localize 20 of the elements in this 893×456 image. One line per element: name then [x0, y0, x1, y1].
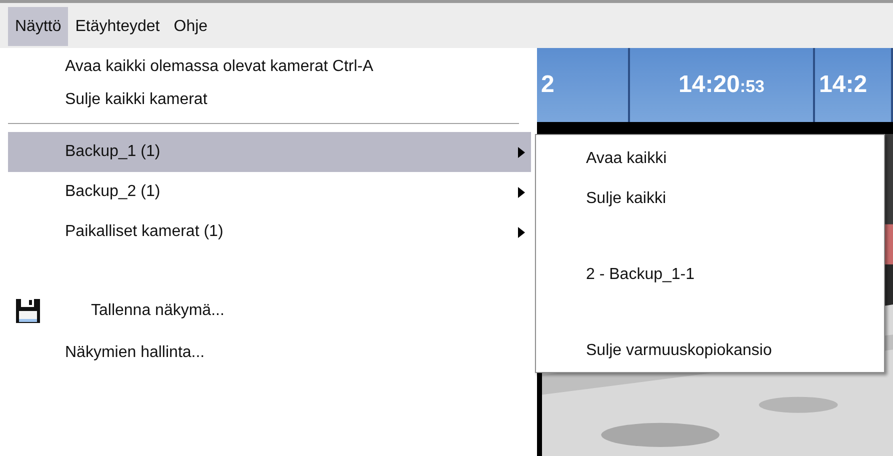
submenu-item[interactable]: Sulje kaikki [586, 179, 666, 219]
menu-bar-item[interactable]: Etäyhteydet [68, 7, 167, 46]
time-text: 14:20:53 [678, 70, 764, 100]
submenu-arrow-icon [518, 146, 525, 158]
submenu-item[interactable]: Backup_1 (1) [8, 132, 531, 172]
menu-item[interactable]: Sulje kaikki kamerat [8, 83, 531, 116]
submenu-item[interactable]: Avaa kaikki [586, 139, 667, 179]
menu-item[interactable]: Näkymien hallinta... [8, 336, 531, 369]
submenu-item[interactable]: Paikalliset kamerat (1) [8, 212, 531, 252]
time-text: 2 [541, 70, 554, 100]
submenu-item[interactable]: Backup_2 (1) [8, 172, 531, 212]
time-text: 14:2 [819, 70, 868, 100]
menu-bar-item[interactable]: Näyttö [8, 7, 68, 46]
submenu-item[interactable]: Sulje varmuuskopiokansio [586, 331, 772, 371]
menu-item[interactable]: Tallenna näkymä... [8, 286, 531, 336]
menu-item[interactable]: Avaa kaikki olemassa olevat kamerat Ctrl-A [8, 50, 531, 83]
submenu-item[interactable]: 2 - Backup_1-1 [586, 255, 695, 295]
submenu-arrow-icon [518, 186, 525, 198]
submenu-arrow-icon [518, 226, 525, 238]
menu-bar-item[interactable]: Ohje [166, 7, 215, 46]
